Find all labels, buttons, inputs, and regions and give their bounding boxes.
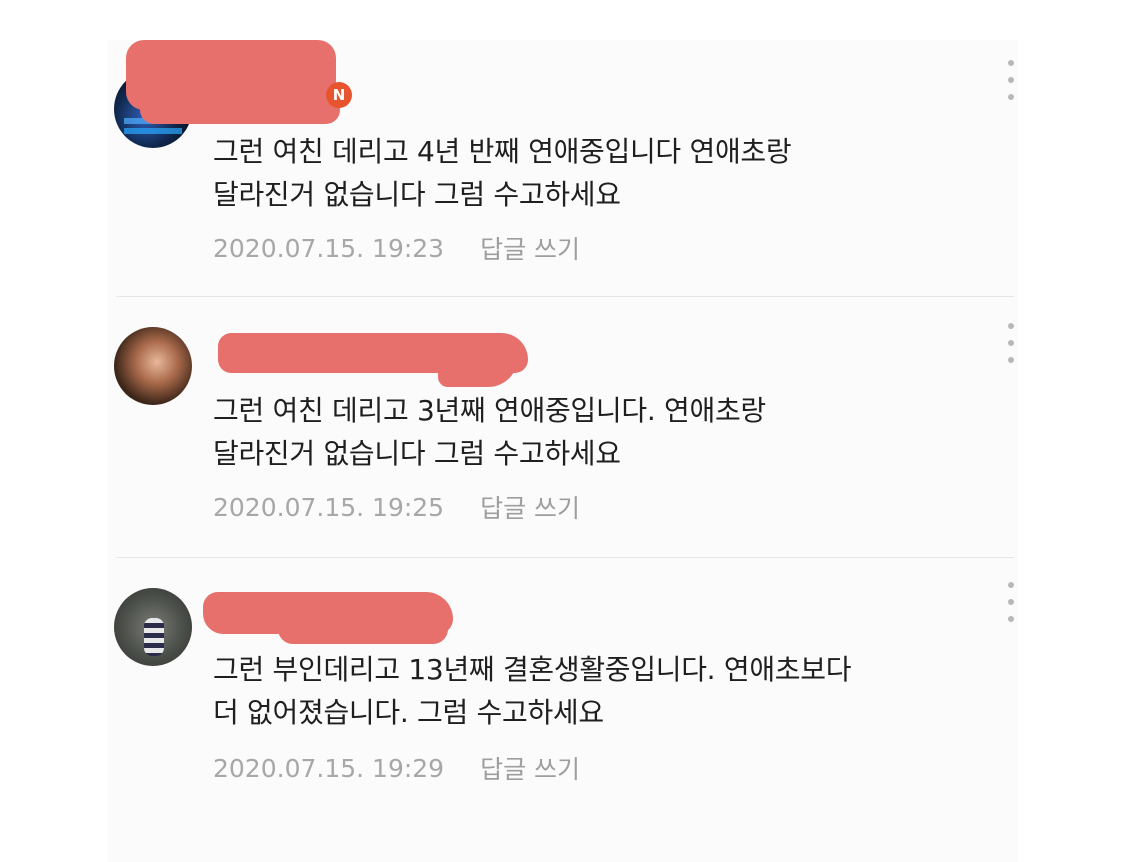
redacted-username-smear: [140, 84, 340, 124]
comment-item: 그런 부인데리고 13년째 결혼생활중입니다. 연애초보다 더 없어졌습니다. …: [108, 558, 1018, 828]
comment-meta: 2020.07.15. 19:23 답글 쓰기: [213, 230, 580, 266]
comment-text: 그런 여친 데리고 4년 반째 연애중입니다 연애초랑 달라진거 없습니다 그럼…: [213, 135, 792, 211]
comment-meta: 2020.07.15. 19:29 답글 쓰기: [213, 750, 580, 786]
comment-meta: 2020.07.15. 19:25 답글 쓰기: [213, 489, 580, 525]
comment-timestamp: 2020.07.15. 19:25: [213, 492, 445, 522]
reply-button[interactable]: 답글 쓰기: [480, 489, 580, 525]
user-avatar[interactable]: [114, 327, 192, 405]
more-options-icon[interactable]: [1004, 60, 1018, 100]
new-badge: N: [326, 82, 352, 108]
comment-item: 그런 여친 데리고 3년째 연애중입니다. 연애초랑 달라진거 없습니다 그럼 …: [108, 297, 1018, 557]
reply-button[interactable]: 답글 쓰기: [480, 750, 580, 786]
reply-button[interactable]: 답글 쓰기: [480, 230, 580, 266]
redacted-username-smear: [278, 614, 448, 644]
more-options-icon[interactable]: [1004, 582, 1018, 622]
comment-timestamp: 2020.07.15. 19:29: [213, 753, 445, 783]
comment-timestamp: 2020.07.15. 19:23: [213, 233, 445, 263]
comment-text: 그런 부인데리고 13년째 결혼생활중입니다. 연애초보다 더 없어졌습니다. …: [213, 653, 852, 729]
user-avatar[interactable]: [114, 588, 192, 666]
comment-text: 그런 여친 데리고 3년째 연애중입니다. 연애초랑 달라진거 없습니다 그럼 …: [213, 394, 766, 470]
more-options-icon[interactable]: [1004, 323, 1018, 363]
redacted-username-smear: [438, 339, 518, 387]
comment-item: N 그런 여친 데리고 4년 반째 연애중입니다 연애초랑 달라진거 없습니다 …: [108, 40, 1018, 296]
